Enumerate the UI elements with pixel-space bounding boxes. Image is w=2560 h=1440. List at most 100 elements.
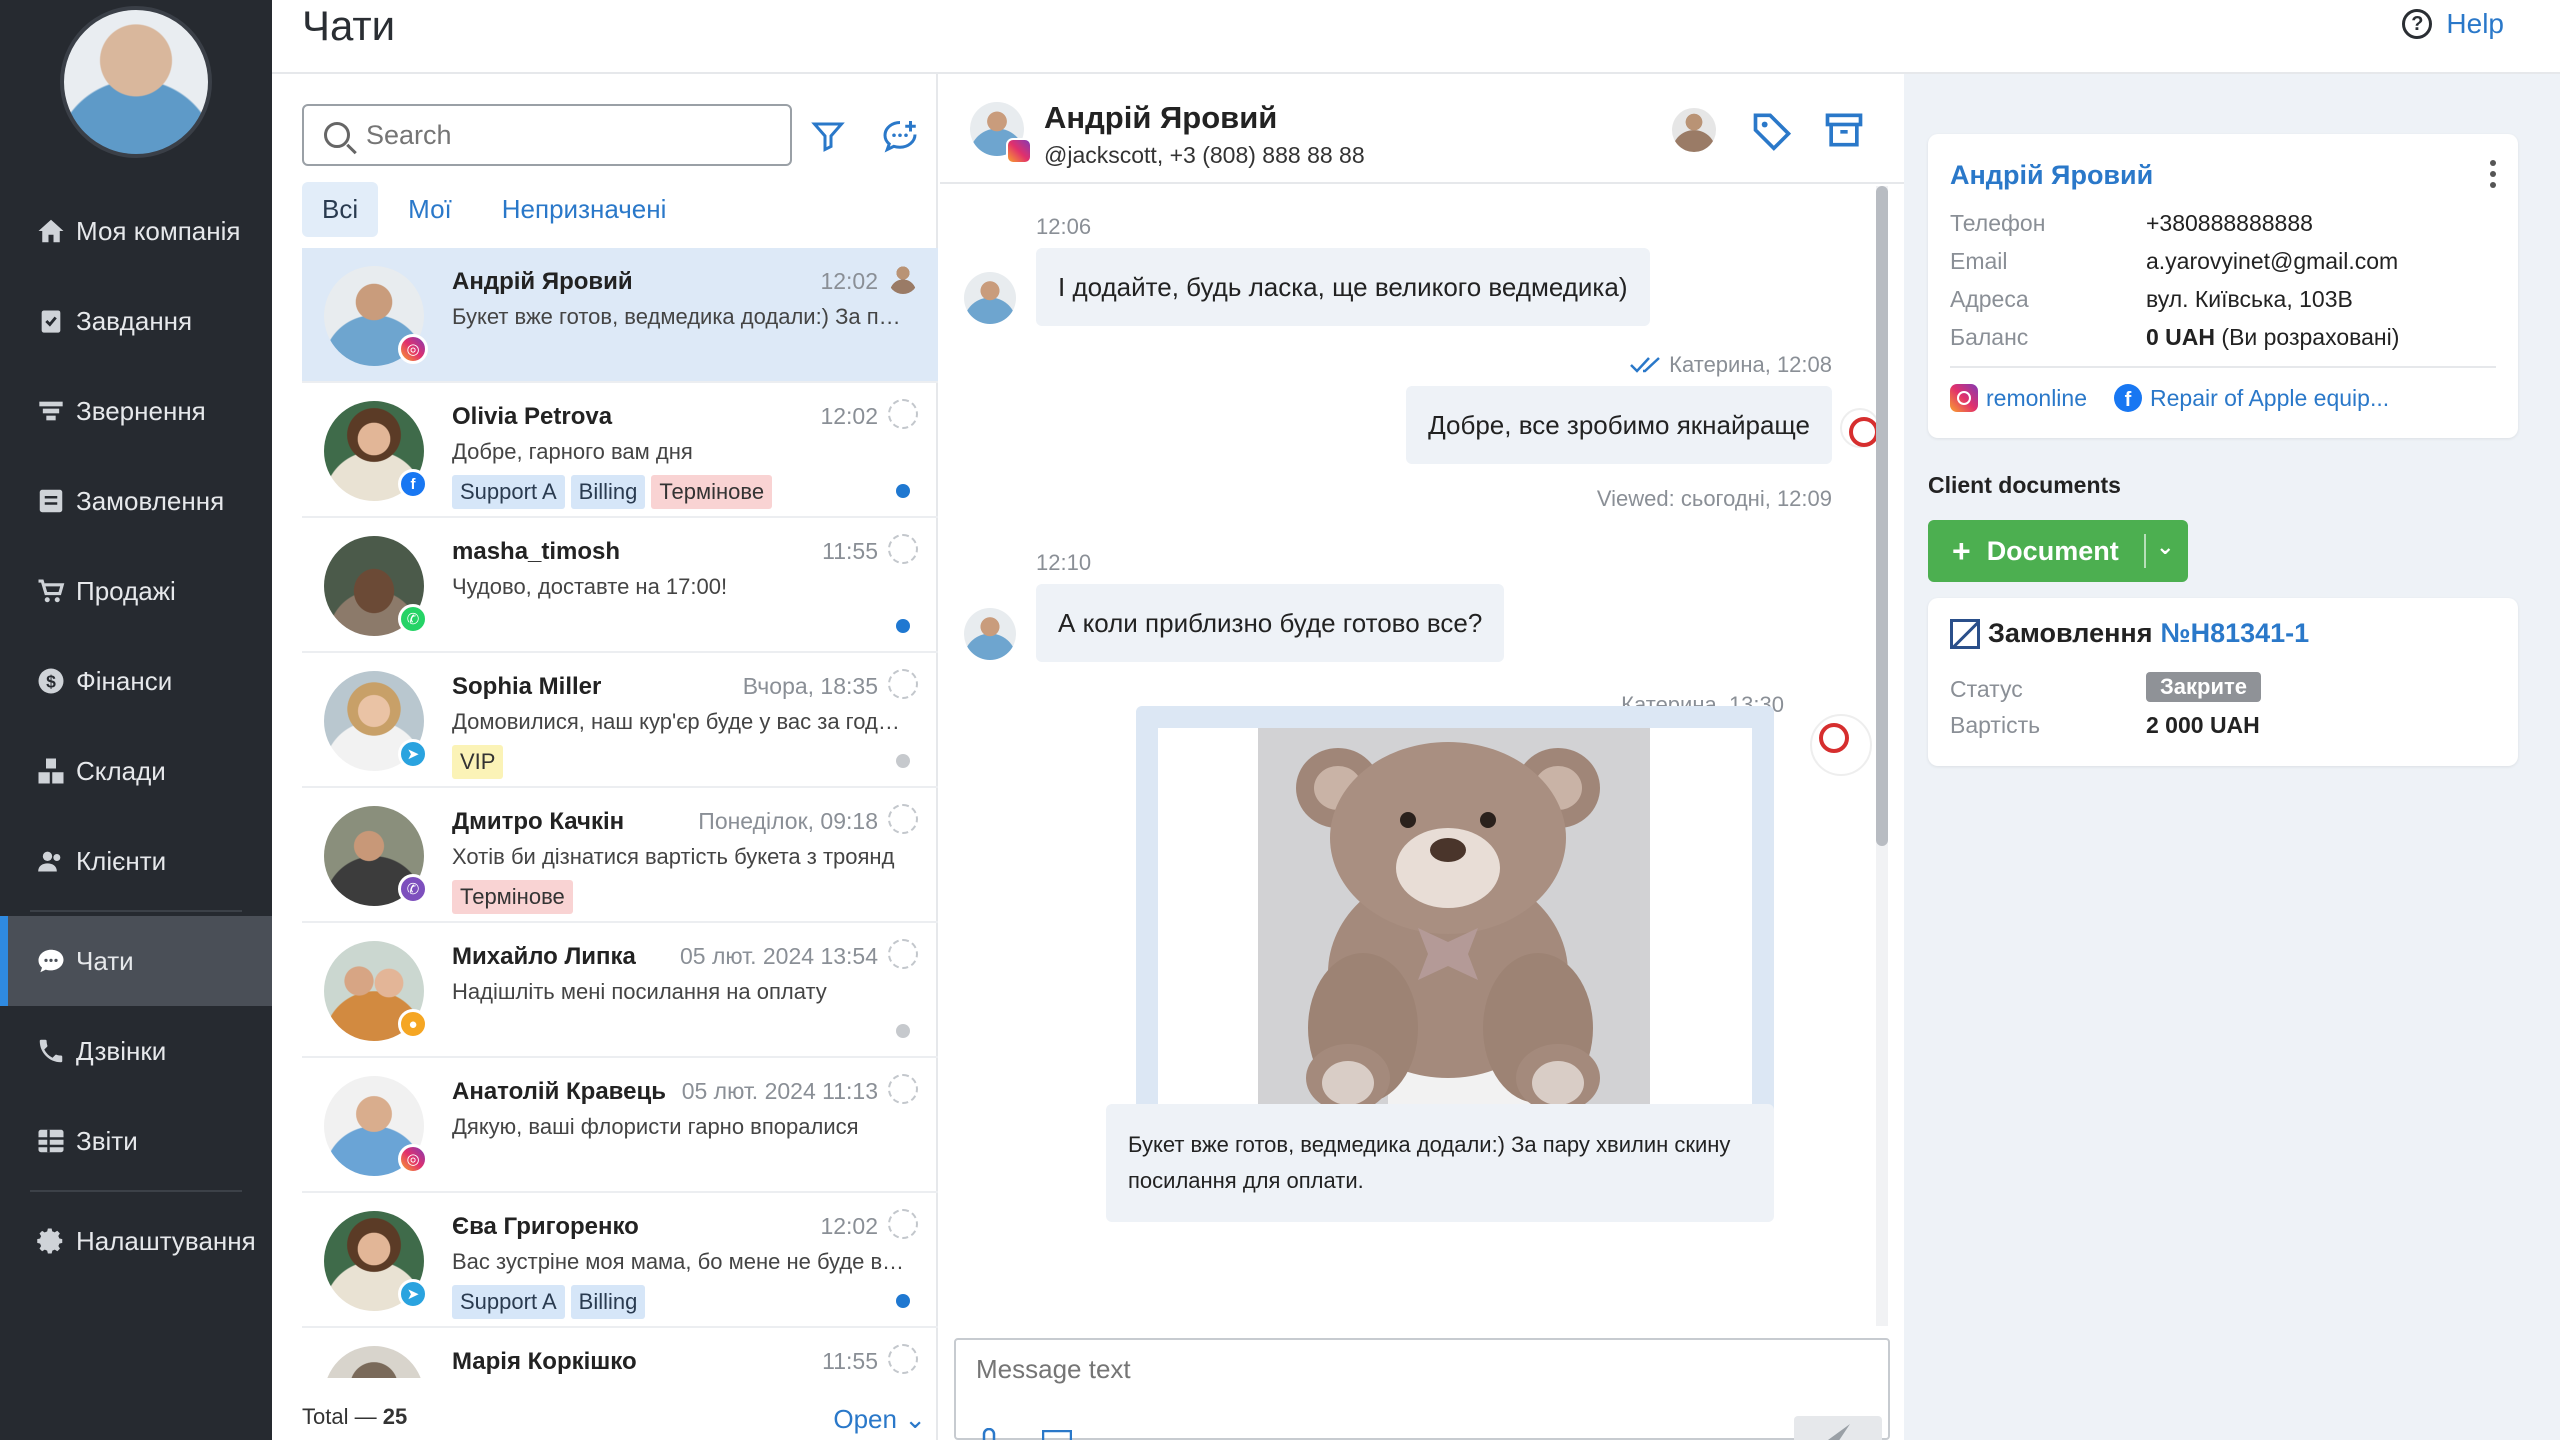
balance-value: 0 UAH (Ви розраховані) bbox=[2146, 324, 2399, 351]
client-info-panel: Андрій Яровий Телефон +380888888888 Emai… bbox=[1904, 74, 2560, 1440]
telegram-icon: ➤ bbox=[398, 1279, 428, 1309]
unassigned-icon[interactable] bbox=[888, 804, 918, 834]
template-icon[interactable] bbox=[1042, 1430, 1072, 1440]
instagram-icon bbox=[1950, 384, 1978, 412]
tag: Billing bbox=[570, 1285, 646, 1319]
chat-list-item[interactable]: ◎ Андрій Яровий 12:02 Букет вже готов, в… bbox=[302, 248, 938, 383]
sidebar-item-calls[interactable]: Дзвінки bbox=[0, 1006, 272, 1096]
more-options-icon[interactable] bbox=[2490, 160, 2498, 192]
unassigned-icon[interactable] bbox=[888, 939, 918, 969]
whatsapp-icon: ✆ bbox=[398, 604, 428, 634]
tab-unassigned[interactable]: Непризначені bbox=[482, 182, 687, 237]
instagram-link[interactable]: remonline bbox=[1950, 384, 2087, 412]
unassigned-icon[interactable] bbox=[888, 534, 918, 564]
unassigned-icon[interactable] bbox=[888, 669, 918, 699]
message-preview: Букет вже готов, ведмедика додали:) За п… bbox=[452, 304, 912, 329]
help-label: Help bbox=[2446, 8, 2504, 39]
sidebar-item-chats[interactable]: Чати bbox=[0, 916, 272, 1006]
thread-scrollbar[interactable] bbox=[1876, 186, 1888, 1326]
sidebar-item-sales[interactable]: Продажі bbox=[0, 546, 272, 636]
assignee-avatar[interactable] bbox=[1672, 108, 1716, 152]
add-document-button[interactable]: + Document ⌄ bbox=[1928, 520, 2188, 582]
order-icon bbox=[28, 486, 74, 516]
filter-icon[interactable] bbox=[810, 118, 846, 154]
sidebar-item-reports[interactable]: Звіти bbox=[0, 1096, 272, 1186]
sidebar-item-label: Завдання bbox=[76, 305, 193, 336]
sidebar-item-requests[interactable]: Звернення bbox=[0, 366, 272, 456]
tag: Термінове bbox=[651, 475, 773, 509]
sidebar-item-label: Моя компанія bbox=[76, 215, 241, 246]
divider bbox=[1950, 366, 2496, 368]
tag-icon[interactable] bbox=[1750, 108, 1794, 152]
send-button[interactable] bbox=[1794, 1416, 1882, 1440]
outgoing-message: Добре, все зробимо якнайраще bbox=[1406, 386, 1832, 464]
help-link[interactable]: ? Help bbox=[2402, 8, 2504, 40]
chat-list-item[interactable]: ➤ Sophia Miller Вчора, 18:35 Домовилися,… bbox=[302, 653, 938, 788]
unassigned-icon[interactable] bbox=[888, 1074, 918, 1104]
contact-card-name[interactable]: Андрій Яровий bbox=[1950, 160, 2153, 191]
field-label: Статус bbox=[1950, 676, 2023, 702]
chevron-down-icon[interactable]: ⌄ bbox=[2156, 534, 2174, 560]
order-number-link[interactable]: №H81341-1 bbox=[2160, 618, 2309, 649]
tag-list: Термінове bbox=[452, 880, 573, 914]
sidebar-item-orders[interactable]: Замовлення bbox=[0, 456, 272, 546]
chat-list-item[interactable]: ✆ Дмитро Качкін Понеділок, 09:18 Хотів б… bbox=[302, 788, 938, 923]
timestamp: 12:02 bbox=[820, 1213, 878, 1239]
tab-mine[interactable]: Мої bbox=[388, 182, 472, 237]
contact-card: Андрій Яровий Телефон +380888888888 Emai… bbox=[1928, 134, 2518, 438]
sidebar-item-clients[interactable]: Клієнти bbox=[0, 816, 272, 906]
facebook-icon: f bbox=[2114, 384, 2142, 412]
unassigned-icon[interactable] bbox=[888, 1209, 918, 1239]
facebook-link[interactable]: f Repair of Apple equip... bbox=[2114, 384, 2389, 412]
sidebar-item-finance[interactable]: $ Фінанси bbox=[0, 636, 272, 726]
message-preview: Чудово, доставте на 17:00! bbox=[452, 574, 728, 599]
attach-icon[interactable] bbox=[978, 1428, 1004, 1440]
timestamp: Понеділок, 09:18 bbox=[698, 808, 878, 834]
message-preview: Вас зустріне моя мама, бо мене не буде в… bbox=[452, 1249, 912, 1274]
sidebar-item-settings[interactable]: Налаштування bbox=[0, 1196, 272, 1286]
status-dropdown[interactable]: Open ⌄ bbox=[833, 1404, 926, 1435]
message-preview: Хотів би дізнатися вартість букета з тро… bbox=[452, 844, 895, 869]
sidebar-item-warehouses[interactable]: Склади bbox=[0, 726, 272, 816]
archive-icon[interactable] bbox=[1822, 108, 1866, 152]
tab-all[interactable]: Всі bbox=[302, 182, 379, 237]
field-label: Email bbox=[1950, 248, 2008, 274]
unassigned-icon[interactable] bbox=[888, 399, 918, 429]
sidebar-item-company[interactable]: Моя компанія bbox=[0, 186, 272, 276]
svg-text:$: $ bbox=[46, 671, 56, 691]
chat-list-item[interactable]: ◎ Анатолій Кравець 05 лют. 2024 11:13 Дя… bbox=[302, 1058, 938, 1193]
new-chat-icon[interactable] bbox=[882, 118, 918, 154]
sidebar-item-tasks[interactable]: Завдання bbox=[0, 276, 272, 366]
message-composer[interactable] bbox=[954, 1338, 1890, 1440]
tag-list: Support A Billing bbox=[452, 1285, 646, 1319]
unread-indicator bbox=[896, 619, 910, 633]
contact-name: Анатолій Кравець bbox=[452, 1078, 666, 1105]
message-text: І додайте, будь ласка, ще великого ведме… bbox=[1058, 271, 1628, 302]
instagram-icon bbox=[1006, 138, 1032, 164]
add-document-label: Document bbox=[1986, 535, 2119, 566]
facebook-icon: f bbox=[398, 469, 428, 499]
chat-list-item[interactable]: ● Михайло Липка 05 лют. 2024 13:54 Надіш… bbox=[302, 923, 938, 1058]
search-box[interactable] bbox=[302, 104, 792, 166]
unassigned-icon[interactable] bbox=[888, 1344, 918, 1374]
message-meta: Катерина, 12:08 bbox=[1629, 352, 1832, 378]
assignee-avatar bbox=[888, 264, 918, 294]
coin-icon: $ bbox=[28, 666, 74, 696]
sidebar-item-label: Склади bbox=[76, 755, 166, 786]
balance-amount: 0 UAH bbox=[2146, 324, 2216, 350]
chat-list-item[interactable]: ➤ Єва Григоренко 12:02 Вас зустріне моя … bbox=[302, 1193, 938, 1328]
message-input[interactable] bbox=[976, 1354, 1856, 1394]
chat-list-item[interactable]: f Olivia Petrova 12:02 Добре, гарного ва… bbox=[302, 383, 938, 518]
chat-list-item[interactable]: Марія Коркішко 11:55 bbox=[302, 1328, 938, 1378]
contact-name: Olivia Petrova bbox=[452, 403, 613, 430]
order-cost: 2 000 UAH bbox=[2146, 712, 2260, 738]
chat-list-item[interactable]: ✆ masha_timosh 11:55 Чудово, доставте на… bbox=[302, 518, 938, 653]
message-text: А коли приблизно буде готово все? bbox=[1058, 607, 1483, 638]
user-avatar[interactable] bbox=[60, 6, 212, 158]
scrollbar-thumb[interactable] bbox=[1876, 186, 1888, 846]
teddy-bear-image-attachment[interactable] bbox=[1136, 706, 1774, 1140]
search-icon bbox=[324, 122, 350, 148]
conversation-panel: Андрій Яровий @jackscott, +3 (808) 888 8… bbox=[940, 74, 1904, 1440]
search-input[interactable] bbox=[366, 119, 766, 151]
message-time: 12:10 bbox=[1036, 550, 1092, 575]
